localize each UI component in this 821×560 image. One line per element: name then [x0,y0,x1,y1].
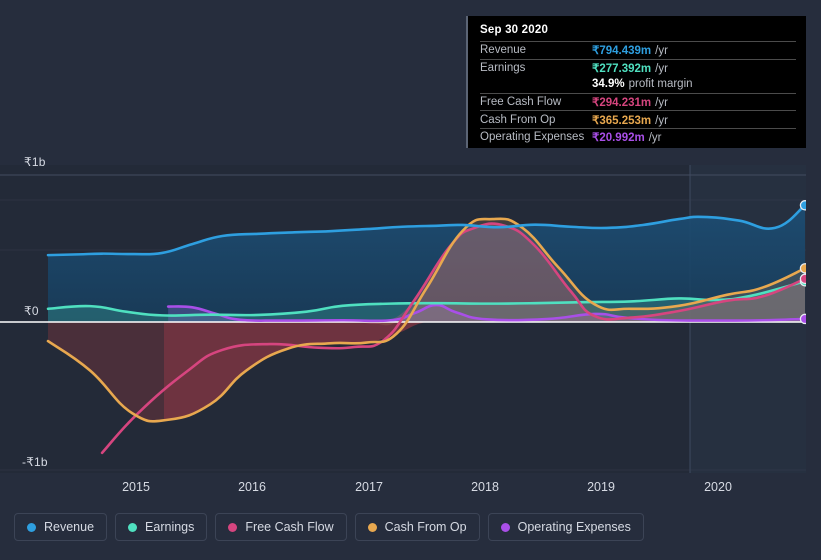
y-axis-label-0: ₹0 [24,304,39,318]
tooltip-row-value-wrap: 34.9% profit margin [592,78,693,90]
tooltip-row-value: 34.9% [592,78,625,91]
tooltip-rows: Revenue ₹794.439m/yr Earnings ₹277.392m/yr 3… [480,41,796,146]
tooltip-row-unit: /yr [655,114,668,127]
legend-item-label: Operating Expenses [517,520,631,534]
legend-item-label: Revenue [44,520,95,534]
tooltip-row-unit: /yr [648,132,662,145]
tooltip-row: Revenue ₹794.439m/yr [480,41,796,59]
tooltip-row: Cash From Op ₹365.253m/yr [480,110,796,128]
tooltip-row: 34.9% profit margin [480,76,796,93]
legend-item-revenue[interactable]: Revenue [14,513,108,541]
legend-color-dot-icon [27,522,36,532]
legend-item-operating-expenses[interactable]: Operating Expenses [487,513,644,541]
tooltip-row-value: ₹794.439m [592,45,652,58]
tooltip-row-value: ₹20.992m [592,132,645,145]
y-axis-label-1b: ₹1b [24,155,46,169]
legend-color-dot-icon [128,522,138,532]
tooltip-row-label: Operating Expenses [480,131,585,144]
legend-item-label: Earnings [145,520,195,534]
tooltip-row-label: Revenue [480,44,527,57]
legend-item-label: Cash From Op [384,520,467,534]
tooltip-row: Free Cash Flow ₹294.231m/yr [480,92,796,111]
tooltip-row-value-wrap: ₹294.231m/yr [592,95,668,109]
tooltip-row-unit: /yr [655,97,668,110]
tooltip-row-value: ₹294.231m [592,97,652,110]
legend-color-dot-icon [367,522,377,532]
tooltip-row-value-wrap: ₹20.992m/yr [592,130,662,144]
tooltip-row-label: Free Cash Flow [480,96,562,109]
tooltip-row-unit: /yr [655,62,668,75]
legend-item-cash-from-op[interactable]: Cash From Op [354,513,480,541]
y-axis-label-neg1b: -₹1b [22,455,48,469]
chart-tooltip: Sep 30 2020 Revenue ₹794.439m/yr Earnings ₹… [466,16,806,148]
tooltip-row: Operating Expenses ₹20.992m/yr [480,127,796,146]
financial-chart-page: ₹1b ₹0 -₹1b 2015 2016 2017 2018 2019 202… [0,0,821,560]
x-axis-label-2015: 2015 [122,480,150,494]
tooltip-row-unit: /yr [655,45,668,58]
legend-color-dot-icon [228,522,238,532]
x-axis-label-2018: 2018 [471,480,499,494]
tooltip-row-value: ₹365.253m [592,114,652,127]
tooltip-row-value-wrap: ₹365.253m/yr [592,113,668,127]
legend-item-earnings[interactable]: Earnings [115,513,208,541]
legend-color-dot-icon [500,522,510,532]
tooltip-row: Earnings ₹277.392m/yr [480,58,796,77]
x-axis-label-2020: 2020 [704,480,732,494]
tooltip-row-value: ₹277.392m [592,62,652,75]
x-axis-label-2017: 2017 [355,480,383,494]
chart-legend: Revenue Earnings Free Cash Flow Cash From O… [14,513,644,541]
legend-item-free-cash-flow[interactable]: Free Cash Flow [215,513,347,541]
legend-item-label: Free Cash Flow [245,520,334,534]
tooltip-row-label: Cash From Op [480,113,556,126]
tooltip-row-value-wrap: ₹277.392m/yr [592,61,668,75]
tooltip-row-unit: profit margin [628,78,693,91]
tooltip-row-value-wrap: ₹794.439m/yr [592,43,668,57]
x-axis-label-2019: 2019 [587,480,615,494]
x-axis-label-2016: 2016 [238,480,266,494]
tooltip-date: Sep 30 2020 [480,24,549,36]
tooltip-row-label: Earnings [480,61,526,74]
